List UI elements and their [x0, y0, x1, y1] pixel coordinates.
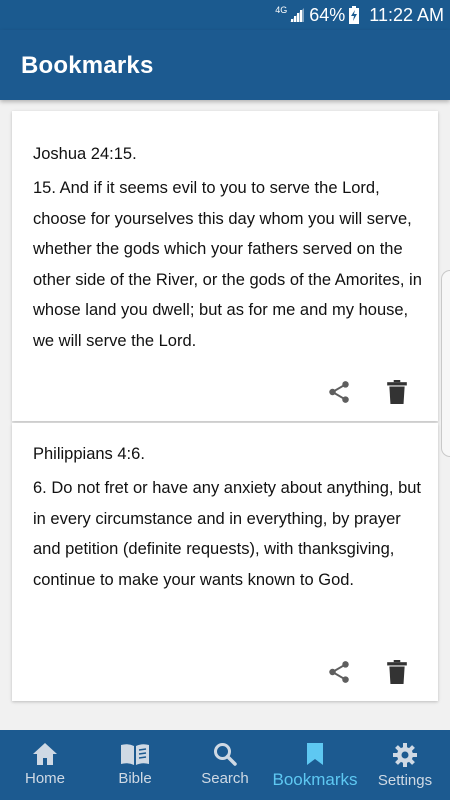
bookmark-icon	[307, 743, 323, 765]
book-icon	[121, 744, 149, 765]
nav-bible[interactable]: Bible	[90, 730, 180, 800]
clock: 11:22 AM	[369, 4, 444, 25]
nav-settings-label: Settings	[377, 772, 433, 789]
bookmark-card[interactable]: Joshua 24:15. 15. And if it seems evil t…	[12, 111, 438, 421]
bottom-navigation: Home Bible Search Bookmarks Settings	[0, 730, 450, 800]
nav-home[interactable]: Home	[0, 730, 90, 800]
signal-icon	[290, 8, 305, 22]
nav-search-label: Search	[201, 770, 249, 787]
battery-charging-icon	[349, 6, 360, 24]
status-bar: 4G 64% 11:22 AM	[0, 0, 450, 30]
verse-text: 6. Do not fret or have any anxiety about…	[33, 479, 421, 589]
page-title: Bookmarks	[21, 52, 154, 79]
home-icon	[33, 743, 57, 765]
delete-icon[interactable]	[386, 660, 408, 684]
search-icon	[214, 743, 237, 766]
verse-reference: Joshua 24:15.	[33, 145, 137, 163]
nav-search[interactable]: Search	[180, 730, 270, 800]
bookmark-card[interactable]: Philippians 4:6. 6. Do not fret or have …	[12, 423, 438, 701]
verse-text: 15. And if it seems evil to you to serve…	[33, 179, 422, 350]
app-bar: Bookmarks	[0, 30, 450, 100]
nav-bookmarks-label: Bookmarks	[272, 770, 358, 789]
verse-reference: Philippians 4:6.	[33, 445, 145, 463]
nav-home-label: Home	[24, 770, 65, 787]
nav-bible-label: Bible	[118, 770, 152, 787]
battery-percent: 64%	[309, 4, 346, 25]
share-icon[interactable]	[326, 659, 352, 685]
share-icon[interactable]	[326, 379, 352, 405]
delete-icon[interactable]	[386, 380, 408, 404]
edge-panel-handle[interactable]	[441, 270, 450, 457]
bookmark-list[interactable]: Joshua 24:15. 15. And if it seems evil t…	[0, 100, 450, 730]
nav-settings[interactable]: Settings	[360, 730, 450, 800]
network-type: 4G	[275, 5, 288, 15]
gear-icon	[393, 743, 417, 767]
nav-bookmarks[interactable]: Bookmarks	[270, 730, 360, 800]
